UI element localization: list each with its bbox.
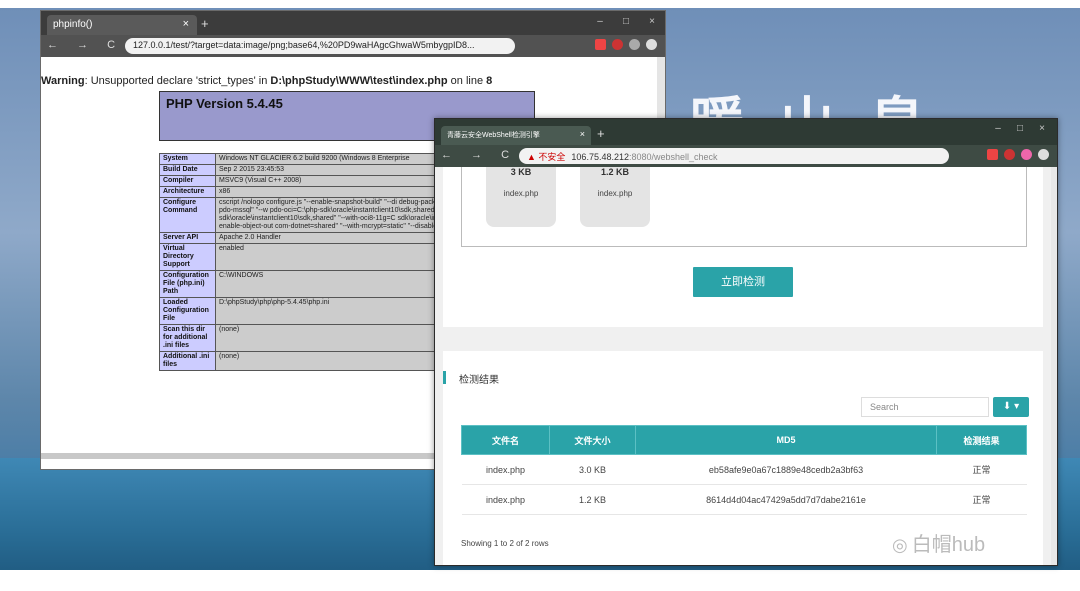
insecure-warning[interactable]: ▲ 不安全 [527, 152, 565, 162]
cell-md5: eb58afe9e0a67c1889e48cedb2a3bf63 [635, 454, 937, 485]
export-button[interactable]: ⬇ ▾ [993, 397, 1029, 417]
warning-path: D:\phpStudy\WWW\test\index.php [270, 75, 448, 87]
results-table: 文件名 文件大小 MD5 检测结果 index.php 3.0 KB eb58a… [461, 425, 1027, 515]
file-card[interactable]: 3 KB index.php [486, 167, 556, 227]
file-size: 3 KB [510, 167, 532, 177]
tab-bar: 青藤云安全WebShell检测引擎 × + – □ × [435, 119, 1057, 145]
column-header[interactable]: 文件大小 [549, 425, 636, 455]
table-row: index.php 3.0 KB eb58afe9e0a67c1889e48ce… [461, 454, 1027, 485]
row-key: Architecture [159, 186, 216, 198]
column-header[interactable]: 检测结果 [936, 425, 1027, 455]
cell-filesize: 1.2 KB [549, 484, 636, 515]
cell-filesize: 3.0 KB [549, 454, 636, 485]
row-key: Build Date [159, 164, 216, 176]
tab-phpinfo[interactable]: phpinfo() × [47, 15, 197, 35]
url-text: 127.0.0.1/test/?target=data:image/png;ba… [133, 40, 475, 50]
warning-line-text: on line [447, 75, 487, 87]
extension-icon[interactable] [595, 39, 606, 50]
table-row: index.php 1.2 KB 8614d4d04ac47429a5dd7d7… [461, 484, 1027, 515]
php-warning: Warning: Unsupported declare 'strict_typ… [41, 75, 492, 87]
warning-label: Warning [41, 75, 85, 87]
extension-icon[interactable] [1004, 149, 1015, 160]
page-content: 3 KB index.php 1.2 KB index.php 立即检测 检测结… [435, 167, 1057, 565]
row-key: Loaded Configuration File [159, 297, 216, 325]
url-host: 106.75.48.212 [571, 152, 629, 162]
row-key: Configure Command [159, 197, 216, 233]
close-window-button[interactable]: × [1031, 119, 1053, 139]
minimize-button[interactable]: – [587, 11, 613, 33]
watermark-text: 白帽hub [911, 534, 986, 556]
file-card[interactable]: 1.2 KB index.php [580, 167, 650, 227]
upload-panel: 3 KB index.php 1.2 KB index.php 立即检测 [443, 167, 1043, 327]
cell-status: 正常 [936, 484, 1027, 515]
results-title: 检测结果 [443, 371, 499, 386]
profile-icon[interactable] [629, 39, 640, 50]
title-accent-bar [443, 371, 446, 384]
file-name: index.php [503, 189, 539, 198]
cell-filename: index.php [461, 484, 550, 515]
extension-icons [987, 149, 1049, 160]
address-bar-row: ← → C ⌂ 127.0.0.1/test/?target=data:imag… [41, 35, 665, 57]
new-tab-button[interactable]: + [597, 126, 605, 141]
row-key: Configuration File (php.ini) Path [159, 270, 216, 298]
upload-dropzone[interactable]: 3 KB index.php 1.2 KB index.php [461, 167, 1027, 247]
row-key: Scan this dir for additional .ini files [159, 324, 216, 352]
extension-icon[interactable] [987, 149, 998, 160]
url-path: :8080/webshell_check [628, 152, 718, 162]
window-controls: – □ × [587, 11, 665, 33]
warning-line: 8 [486, 75, 493, 87]
row-key: Additional .ini files [159, 351, 216, 371]
extension-icons [595, 39, 657, 50]
search-input[interactable]: Search [861, 397, 989, 417]
column-header[interactable]: MD5 [635, 425, 937, 455]
file-size: 1.2 KB [600, 167, 629, 177]
cell-filename: index.php [461, 454, 550, 485]
close-window-button[interactable]: × [639, 11, 665, 33]
window-controls: – □ × [987, 119, 1053, 139]
watermark: ◎ 白帽hub [892, 528, 985, 557]
table-header-row: 文件名 文件大小 MD5 检测结果 [461, 425, 1027, 455]
wechat-icon: ◎ [892, 535, 908, 555]
address-bar-row: ← → C ⌂ ▲ 不安全 106.75.48.212:8080/webshell… [435, 145, 1057, 167]
column-header[interactable]: 文件名 [461, 425, 550, 455]
tab-webshell-check[interactable]: 青藤云安全WebShell检测引擎 × [441, 126, 591, 145]
new-tab-button[interactable]: + [201, 16, 209, 31]
url-field[interactable]: ▲ 不安全 106.75.48.212:8080/webshell_check [519, 148, 949, 164]
results-title-text: 检测结果 [459, 375, 499, 386]
cell-md5: 8614d4d04ac47429a5dd7d7dabe2161e [635, 484, 937, 515]
webshell-check-browser-window: 青藤云安全WebShell检测引擎 × + – □ × ← → C ⌂ ▲ 不安… [434, 118, 1058, 566]
top-strip [0, 0, 1080, 8]
cell-status: 正常 [936, 454, 1027, 485]
profile-icon[interactable] [1021, 149, 1032, 160]
row-key: Server API [159, 232, 216, 244]
menu-icon[interactable] [646, 39, 657, 50]
file-name: index.php [597, 189, 633, 198]
detect-now-button[interactable]: 立即检测 [693, 267, 793, 297]
vertical-scrollbar[interactable] [1051, 167, 1057, 565]
warning-text: : Unsupported declare 'strict_types' in [84, 75, 271, 87]
pagination-info: Showing 1 to 2 of 2 rows [461, 539, 549, 548]
maximize-button[interactable]: □ [613, 11, 639, 33]
row-key: Compiler [159, 175, 216, 187]
extension-icon[interactable] [612, 39, 623, 50]
maximize-button[interactable]: □ [1009, 119, 1031, 139]
tab-title: phpinfo() [53, 19, 93, 30]
row-key: System [159, 153, 216, 165]
menu-icon[interactable] [1038, 149, 1049, 160]
close-tab-icon[interactable]: × [183, 18, 189, 30]
url-field[interactable]: 127.0.0.1/test/?target=data:image/png;ba… [125, 38, 515, 54]
row-key: Virtual Directory Support [159, 243, 216, 271]
close-tab-icon[interactable]: × [580, 129, 585, 139]
tab-bar: phpinfo() × + – □ × [41, 11, 665, 35]
minimize-button[interactable]: – [987, 119, 1009, 139]
tab-title: 青藤云安全WebShell检测引擎 [447, 132, 540, 139]
